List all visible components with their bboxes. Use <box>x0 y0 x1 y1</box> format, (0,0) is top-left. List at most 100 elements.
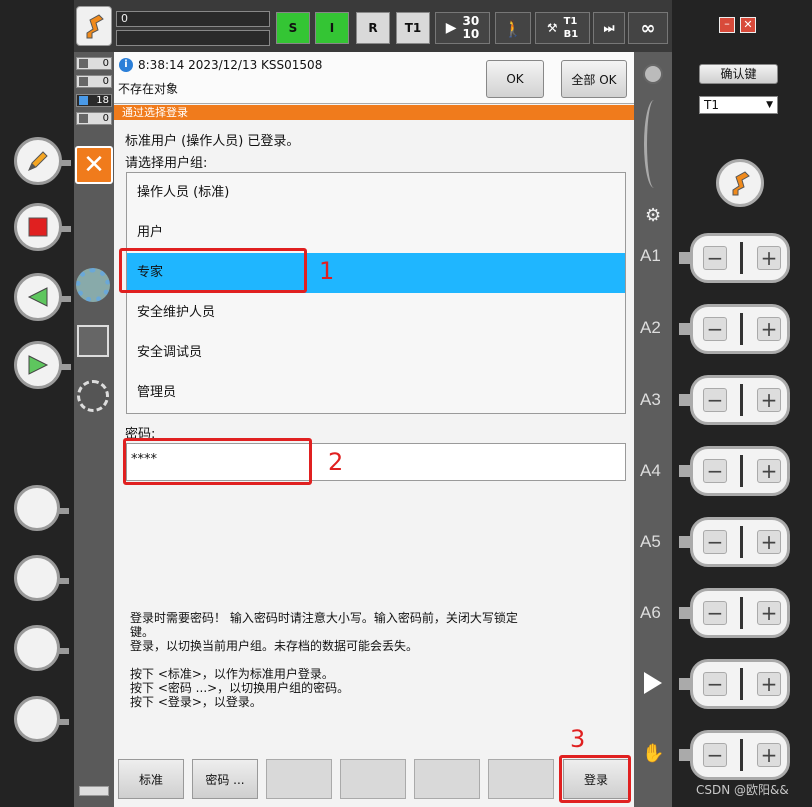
drives-status-button[interactable]: I <box>315 12 349 44</box>
speed-override-button[interactable]: ▶ 30 10 <box>435 12 490 44</box>
coordinate-system-icon[interactable]: ⚙ <box>645 205 661 226</box>
message-timestamp: 8:38:14 2023/12/13 KSS01508 <box>138 58 323 72</box>
jog-key-7: − + <box>679 659 790 709</box>
minimize-icon[interactable]: – <box>719 17 735 33</box>
softkey-empty-4 <box>488 759 554 799</box>
chevron-down-icon: ▼ <box>766 100 773 110</box>
robot-interpreter-button[interactable]: R <box>356 12 390 44</box>
message-text: 不存在对象 <box>118 82 179 96</box>
jog-key-a5: − + <box>679 517 790 567</box>
softkey-2[interactable] <box>14 555 69 601</box>
jog-key-a3: − + <box>679 375 790 425</box>
jog-key-a4: − + <box>679 446 790 496</box>
softkey-empty-3 <box>414 759 480 799</box>
jog-minus-button[interactable]: − <box>703 317 727 341</box>
jog-arc-icon <box>644 100 664 188</box>
tool-base-button[interactable]: ⚒ T1 B1 <box>535 12 590 44</box>
main-menu-button[interactable] <box>76 6 112 46</box>
stop-key[interactable] <box>14 203 71 251</box>
help-text: 登录时需要密码！ 输入密码时请注意大小写。输入密码前，关闭大写锁定 键。 登录，… <box>130 611 620 709</box>
choose-group-label: 请选择用户组: <box>125 156 208 171</box>
hand-icon[interactable]: ✋ <box>642 743 664 764</box>
program-run-mode-button[interactable]: ⏭ <box>593 12 625 44</box>
jog-minus-button[interactable]: − <box>703 388 727 412</box>
base-value: B1 <box>563 29 579 40</box>
all-ok-button[interactable]: 全部 OK <box>561 60 627 98</box>
ack-message-counter[interactable]: 0 <box>76 57 112 70</box>
softkey-empty-2 <box>340 759 406 799</box>
keyboard-icon[interactable] <box>79 786 109 796</box>
program-field: 0 <box>116 11 270 27</box>
group-item-administrator[interactable]: 管理员 <box>127 373 625 413</box>
group-item-user[interactable]: 用户 <box>127 213 625 253</box>
ok-button[interactable]: OK <box>486 60 544 98</box>
axis-label-a6: A6 <box>640 603 661 622</box>
jog-plus-button[interactable]: + <box>757 672 781 696</box>
jog-plus-button[interactable]: + <box>757 743 781 767</box>
dialog-message-counter[interactable]: 0 <box>76 112 112 125</box>
tool-value: T1 <box>563 16 578 27</box>
info-icon <box>79 96 88 105</box>
status-icon <box>79 77 88 86</box>
jog-minus-button[interactable]: − <box>703 672 727 696</box>
help-line <box>130 653 620 667</box>
group-item-safety-maintenance[interactable]: 安全维护人员 <box>127 293 625 333</box>
mode-select[interactable]: T1 ▼ <box>699 96 778 114</box>
forward-key[interactable] <box>14 341 71 389</box>
help-line: 登录，以切换当前用户组。未存档的数据可能会丢失。 <box>130 639 419 653</box>
incremental-jog-button[interactable]: ∞ <box>628 12 668 44</box>
left-keypad <box>0 0 74 807</box>
help-line: 按下 <登录>，以登录。 <box>130 695 262 709</box>
info-message-counter[interactable]: 18 <box>76 94 112 107</box>
jog-plus-button[interactable]: + <box>757 601 781 625</box>
annotation-number-1: 1 <box>319 257 335 285</box>
standard-button[interactable]: 标准 <box>118 759 184 799</box>
run-mode-icon: ▶ <box>445 20 457 36</box>
status-message-counter[interactable]: 0 <box>76 75 112 88</box>
jog-plus-button[interactable]: + <box>757 530 781 554</box>
edit-key[interactable] <box>14 137 71 185</box>
group-item-safety-recovery[interactable]: 安全调试员 <box>127 333 625 373</box>
pencil-icon <box>28 151 48 171</box>
axis-label-a1: A1 <box>640 246 661 265</box>
group-item-operator[interactable]: 操作人员 (标准) <box>127 173 625 213</box>
jog-minus-button[interactable]: − <box>703 530 727 554</box>
help-line: 键。 <box>130 625 155 639</box>
jog-minus-button[interactable]: − <box>703 246 727 270</box>
help-line: 登录时需要密码！ 输入密码时请注意大小写。输入密码前，关闭大写锁定 <box>130 611 518 625</box>
robot-jog-button[interactable] <box>716 159 764 207</box>
jog-minus-button[interactable]: − <box>703 743 727 767</box>
jog-key-a6: − + <box>679 588 790 638</box>
jog-minus-button[interactable]: − <box>703 601 727 625</box>
softkey-3[interactable] <box>14 625 69 671</box>
close-icon[interactable]: ✕ <box>740 17 756 33</box>
jog-plus-button[interactable]: + <box>757 317 781 341</box>
softkey-1[interactable] <box>14 485 69 531</box>
submit-status-button[interactable]: S <box>276 12 310 44</box>
operating-mode-button[interactable]: T1 <box>396 12 430 44</box>
softkey-4[interactable] <box>14 696 69 742</box>
timer-icon[interactable] <box>77 325 109 357</box>
axis-label-a5: A5 <box>640 532 661 551</box>
settings-gear-icon[interactable] <box>76 268 110 302</box>
confirm-key-button[interactable]: 确认键 <box>699 64 778 84</box>
backward-key[interactable] <box>14 273 71 321</box>
close-dialog-icon[interactable]: ✕ <box>75 146 113 184</box>
jog-minus-button[interactable]: − <box>703 459 727 483</box>
user-group-icon[interactable] <box>77 380 109 412</box>
annotation-box-3 <box>559 755 631 803</box>
start-icon[interactable] <box>644 672 662 694</box>
annotation-box-1 <box>119 248 307 293</box>
axis-label-a2: A2 <box>640 318 661 337</box>
play-backward-icon <box>27 287 48 307</box>
jog-mode-button[interactable]: 🚶 <box>495 12 531 44</box>
robot-icon <box>86 14 104 39</box>
robot-icon <box>732 171 750 196</box>
password-button[interactable]: 密码 ... <box>192 759 258 799</box>
jog-plus-button[interactable]: + <box>757 459 781 483</box>
dialog-icon <box>79 114 88 123</box>
jog-plus-button[interactable]: + <box>757 388 781 412</box>
jog-plus-button[interactable]: + <box>757 246 781 270</box>
globe-icon[interactable] <box>643 64 663 84</box>
annotation-number-3: 3 <box>570 725 586 753</box>
